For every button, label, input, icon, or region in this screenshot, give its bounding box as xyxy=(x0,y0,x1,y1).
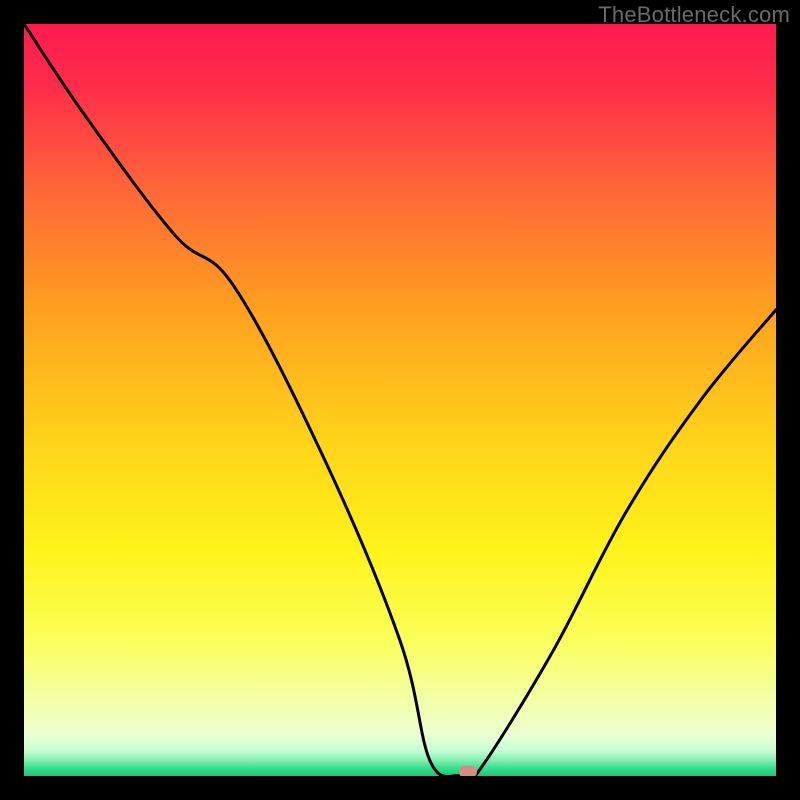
chart-container: TheBottleneck.com xyxy=(0,0,800,800)
optimal-marker xyxy=(459,766,477,776)
plot-area xyxy=(24,24,776,776)
bottleneck-curve xyxy=(24,24,776,776)
curve-layer xyxy=(24,24,776,776)
